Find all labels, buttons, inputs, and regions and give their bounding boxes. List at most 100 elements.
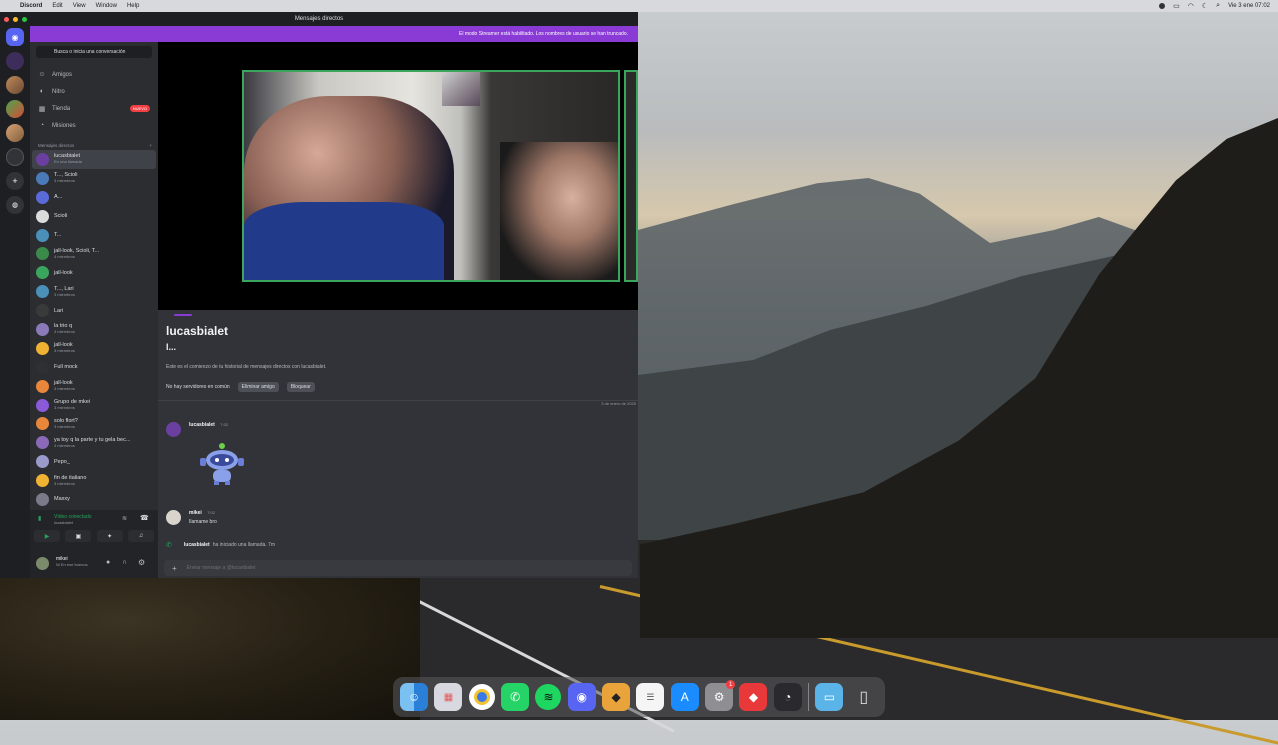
dm-item[interactable]: jall-look, Scioli, T... 4 miembros	[30, 244, 158, 263]
video-tile-main[interactable]	[242, 70, 620, 282]
chrome-icon[interactable]	[468, 684, 495, 710]
message-composer[interactable]: + Enviar mensaje a @lucasbialet	[164, 560, 632, 576]
dm-item-name: Maxxy	[54, 496, 70, 503]
settings-gear-icon[interactable]: ⚙	[138, 558, 145, 567]
headphones-icon[interactable]: ∩	[122, 559, 127, 566]
camera-button[interactable]: ▶	[34, 530, 60, 542]
dm-item[interactable]: jall-look 3 miembros	[30, 377, 158, 396]
dm-item[interactable]: T..., Scioli 3 miembros	[30, 169, 158, 188]
message-author[interactable]: lucasbialet	[189, 422, 215, 428]
dm-item[interactable]: solo flort? 3 miembros	[30, 414, 158, 433]
server-icon-5[interactable]	[6, 148, 24, 166]
menu-window[interactable]: Window	[96, 3, 117, 9]
wifi-icon[interactable]: ◠	[1188, 2, 1194, 10]
server-icon-2[interactable]	[6, 76, 24, 94]
add-server-icon[interactable]: +	[6, 172, 24, 190]
discord-home-icon[interactable]: ◉	[6, 28, 24, 46]
screen-share-button[interactable]: ▣	[65, 530, 92, 542]
avatar	[36, 379, 49, 393]
attach-plus-icon[interactable]: +	[172, 564, 177, 573]
dm-item[interactable]: Scioli	[30, 207, 158, 226]
activity-button[interactable]: ✦	[96, 530, 123, 542]
voice-channel[interactable]: lucasbialet	[54, 520, 73, 525]
dm-item-text: jall-look, Scioli, T... 4 miembros	[54, 248, 99, 260]
avatar[interactable]	[36, 557, 49, 570]
message-time: 7:02	[220, 422, 229, 427]
anydesk-icon[interactable]: ◆	[739, 683, 768, 711]
nav-friends-label: Amigos	[52, 71, 73, 78]
discord-icon[interactable]: ◉	[567, 683, 596, 711]
server-icon-1[interactable]	[6, 52, 24, 70]
activity-monitor-icon[interactable]: ◔	[773, 683, 802, 711]
search-input[interactable]: Busca o inicia una conversación	[36, 46, 152, 58]
dm-item[interactable]: la trio q3 miembros	[30, 320, 158, 339]
participant-right	[500, 142, 618, 280]
message-avatar[interactable]	[166, 422, 181, 437]
dm-item-text: la trio q3 miembros	[54, 323, 75, 335]
dm-item[interactable]: jall-look 3 miembros	[30, 339, 158, 358]
menu-help[interactable]: Help	[127, 3, 139, 9]
block-button[interactable]: Bloquear	[286, 382, 315, 392]
message-author[interactable]: mikei	[189, 510, 202, 516]
call-author[interactable]: lucasbialet	[184, 542, 210, 548]
downloads-folder-icon[interactable]: ▭	[815, 683, 844, 711]
record-icon[interactable]	[1159, 3, 1166, 9]
server-icon-4[interactable]	[6, 124, 24, 142]
microphone-icon[interactable]: ●	[106, 559, 110, 566]
search-spotlight-icon[interactable]: ⌕	[1216, 2, 1220, 10]
dm-item[interactable]: A...	[30, 188, 158, 207]
vlc-icon[interactable]: ◆	[602, 683, 631, 711]
menu-edit[interactable]: Edit	[52, 3, 62, 9]
nav-friends[interactable]: ☺ Amigos	[30, 66, 158, 83]
whatsapp-icon[interactable]: ✆	[501, 683, 530, 711]
nav-quests[interactable]: ◔ Misiones	[30, 117, 158, 134]
dm-item[interactable]: Pepo_	[30, 452, 158, 471]
dm-item-text: Full mock	[54, 364, 78, 370]
nav-nitro[interactable]: ◐ Nitro	[30, 83, 158, 100]
spotify-icon[interactable]: ≋	[535, 684, 562, 710]
app-store-icon[interactable]: A	[670, 683, 699, 711]
soundboard-button[interactable]: ♫	[127, 530, 154, 542]
call-system-message: ✆ lucasbialet ha iniciado una llamada. 7…	[166, 541, 275, 549]
dm-item[interactable]: T..., Lari 3 miembros	[30, 282, 158, 301]
noise-suppression-icon[interactable]: ≋	[122, 515, 127, 522]
dm-item[interactable]: Full mock	[30, 358, 158, 377]
control-center-icon[interactable]: ☾	[1202, 2, 1208, 10]
dm-item[interactable]: lucasbialet En una llamada	[32, 150, 156, 169]
dm-item[interactable]: Grupo de mkei 3 miembros	[30, 396, 158, 415]
user-panel: mikei Ni En ese buenos ● ∩ ⚙	[30, 550, 158, 578]
video-call-area	[158, 42, 638, 310]
menu-app-name[interactable]: Discord	[20, 3, 42, 9]
dm-item-name: Pepo_	[54, 458, 70, 465]
dm-item[interactable]: Maxxy	[30, 490, 158, 509]
reminders-icon[interactable]: ☰	[636, 683, 665, 711]
dm-item-sub: 3 miembros	[54, 348, 75, 354]
avatar	[36, 436, 49, 450]
shop-icon: ▦	[38, 105, 46, 113]
dm-profile-header: lucasbialet l... Este es el comienzo de …	[158, 310, 638, 420]
nav-shop[interactable]: ▦ Tienda NUEVO	[30, 100, 158, 117]
discover-icon[interactable]: ◍	[6, 196, 24, 214]
dm-item[interactable]: T...	[30, 226, 158, 245]
dm-item[interactable]: fin de italiano 3 miembros	[30, 471, 158, 490]
menu-view[interactable]: View	[73, 3, 86, 9]
remove-friend-button[interactable]: Eliminar amigo	[237, 382, 279, 392]
launchpad-icon[interactable]: ▦	[434, 683, 463, 711]
dm-item[interactable]: jall-look	[30, 263, 158, 282]
video-tile-secondary[interactable]	[624, 70, 638, 282]
disconnect-icon[interactable]: ☎	[140, 514, 149, 522]
finder-icon[interactable]: ☺	[400, 683, 429, 711]
dm-item[interactable]: Lari	[30, 301, 158, 320]
battery-icon[interactable]: ▭	[1173, 2, 1180, 10]
nav-nitro-label: Nitro	[52, 88, 65, 95]
new-dm-icon[interactable]: +	[149, 143, 152, 148]
message-avatar[interactable]	[166, 510, 181, 525]
system-settings-icon[interactable]: ⚙ 1	[705, 680, 736, 711]
trash-icon[interactable]: ▯	[850, 683, 878, 711]
avatar	[36, 322, 49, 336]
dm-item[interactable]: ya toy q la parte y tu gela bec... 4 miem…	[30, 433, 158, 452]
composer-placeholder[interactable]: Enviar mensaje a @lucasbialet	[187, 565, 256, 571]
server-icon-3[interactable]	[6, 100, 24, 118]
message-body: mikei 7:02 Ilamame bro	[189, 510, 217, 525]
clock[interactable]: Vie 3 ene 07:02	[1228, 3, 1270, 9]
